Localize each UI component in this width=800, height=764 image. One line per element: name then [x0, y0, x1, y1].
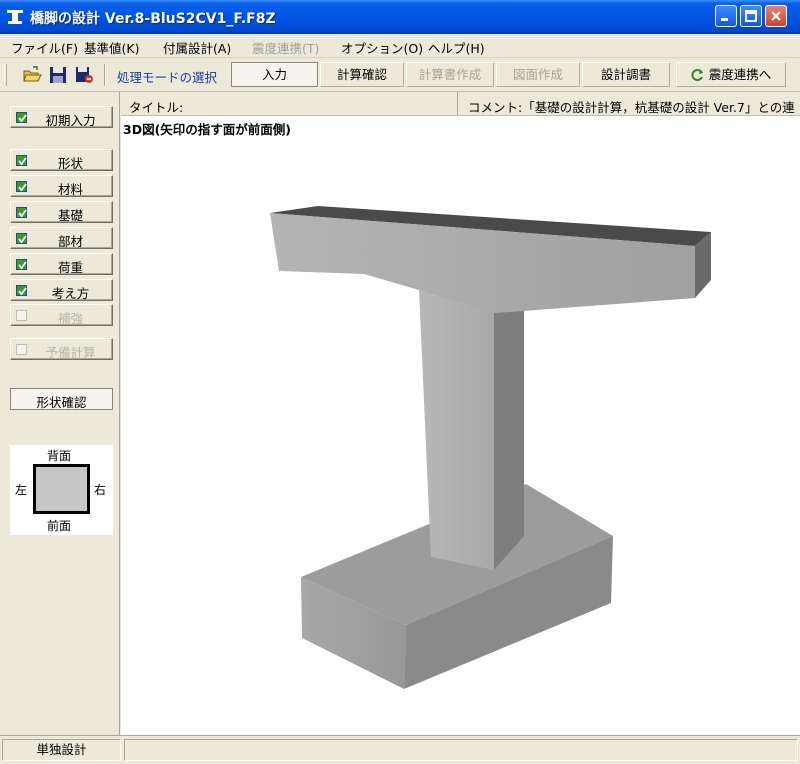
minimize-button[interactable]	[715, 5, 737, 27]
menu-help[interactable]: ヘルプ(H)	[428, 38, 485, 57]
toolbar-grip[interactable]	[4, 64, 7, 86]
mode-select-label: 処理モードの選択	[117, 70, 218, 85]
checked-icon	[16, 285, 27, 296]
sidebar-item-material[interactable]: 材料	[10, 175, 113, 197]
title-bar: 橋脚の設計 Ver.8-BluS2CV1_F.F8Z	[0, 0, 800, 34]
sidebar-item-reinforcement[interactable]: 補強	[10, 304, 113, 326]
status-message-area	[124, 739, 798, 761]
orientation-square	[33, 464, 90, 514]
sidebar-item-foundation[interactable]: 基礎	[10, 201, 113, 223]
save-as-icon[interactable]	[74, 65, 94, 85]
checked-icon	[16, 181, 27, 192]
mode-report-create-button[interactable]: 計算書作成	[406, 62, 494, 87]
maximize-button[interactable]	[740, 5, 762, 27]
menu-file[interactable]: ファイル(F)	[11, 38, 78, 57]
seismic-link-button[interactable]: 震度連携へ	[676, 62, 786, 87]
sidebar-item-preliminary-calc[interactable]: 予備計算	[10, 338, 113, 360]
open-folder-icon[interactable]	[22, 65, 42, 85]
mode-drawing-create-button[interactable]: 図面作成	[496, 62, 580, 87]
checked-icon	[16, 207, 27, 218]
bridge-pier-app-icon	[7, 10, 23, 24]
comment-field: コメント:「基礎の設計計算，杭基礎の設計 Ver.7」との連	[457, 92, 800, 115]
orientation-front-label: 前面	[47, 519, 72, 533]
save-disk-icon[interactable]	[48, 65, 68, 85]
unchecked-icon	[16, 344, 27, 355]
menu-options[interactable]: オプション(O)	[341, 38, 423, 57]
checked-icon	[16, 233, 27, 244]
menu-seismic-link[interactable]: 震度連携(T)	[252, 38, 319, 57]
menu-attached-design[interactable]: 付属設計(A)	[163, 38, 231, 57]
3d-viewport[interactable]: 3D図(矢印の指す面が前面側)	[121, 116, 800, 735]
status-bar: 単独設計	[0, 735, 800, 764]
minimize-icon	[721, 18, 728, 21]
menu-bar: ファイル(F) 基準値(K) 付属設計(A) 震度連携(T) オプション(O) …	[0, 34, 800, 58]
info-bar: タイトル: コメント:「基礎の設計計算，杭基礎の設計 Ver.7」との連	[121, 92, 800, 116]
sidebar-item-shape[interactable]: 形状	[10, 149, 113, 171]
orientation-diagram: 背面 左 右 前面	[10, 445, 113, 535]
refresh-icon	[691, 69, 703, 81]
bridge-pier-3d-model	[270, 206, 711, 689]
shape-confirm-button[interactable]: 形状確認	[10, 388, 113, 410]
orientation-left-label: 左	[15, 483, 28, 497]
maximize-icon	[745, 10, 757, 22]
checked-icon	[16, 259, 27, 270]
mode-calc-check-button[interactable]: 計算確認	[320, 62, 404, 87]
close-button[interactable]	[765, 5, 787, 27]
sidebar-item-load[interactable]: 荷重	[10, 253, 113, 275]
status-design-mode: 単独設計	[2, 739, 121, 761]
sidebar-item-approach[interactable]: 考え方	[10, 279, 113, 301]
input-item-panel: 初期入力 形状 材料 基礎 部材 荷重 考え方 補強 予備計算 形状確認 背面 …	[0, 92, 120, 735]
column-front-face	[419, 290, 494, 570]
menu-standard-values[interactable]: 基準値(K)	[84, 38, 139, 57]
seismic-link-label: 震度連携へ	[708, 67, 772, 82]
column-side-face	[494, 296, 524, 570]
window-title: 橋脚の設計 Ver.8-BluS2CV1_F.F8Z	[30, 11, 276, 27]
title-label: タイトル:	[129, 100, 184, 115]
mode-design-record-button[interactable]: 設計調書	[582, 62, 670, 87]
sidebar-item-initial-input[interactable]: 初期入力	[10, 106, 113, 128]
close-icon	[771, 11, 781, 21]
toolbar-separator	[104, 64, 106, 86]
sidebar-item-member[interactable]: 部材	[10, 227, 113, 249]
checked-icon	[16, 112, 27, 123]
unchecked-icon	[16, 310, 27, 321]
orientation-back-label: 背面	[47, 449, 72, 463]
orientation-right-label: 右	[94, 483, 107, 497]
toolbar: 処理モードの選択 入力 計算確認 計算書作成 図面作成 設計調書 震度連携へ	[0, 58, 800, 92]
checked-icon	[16, 155, 27, 166]
mode-input-button[interactable]: 入力	[231, 62, 318, 87]
